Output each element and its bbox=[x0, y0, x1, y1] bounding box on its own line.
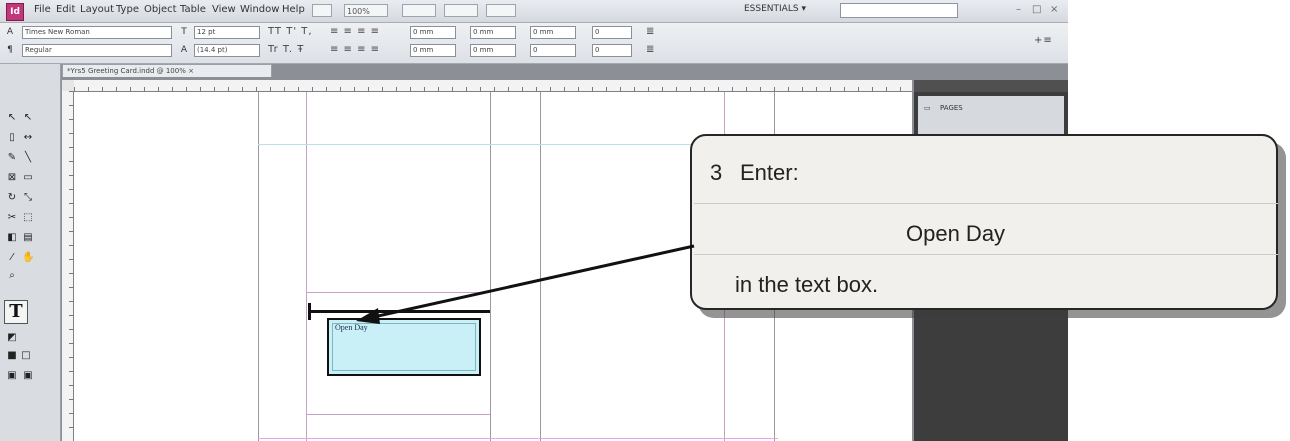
frame-guide bbox=[306, 292, 490, 293]
type-tool-icon[interactable]: T bbox=[4, 300, 28, 324]
indesign-logo-icon: Id bbox=[6, 3, 24, 21]
pages-panel-label: PAGES bbox=[940, 104, 963, 112]
help-search-input[interactable] bbox=[840, 3, 958, 18]
fill-stroke-icon[interactable]: ◩ bbox=[6, 332, 18, 344]
callout-entry-text: Open Day bbox=[906, 221, 1006, 246]
minimize-button[interactable]: – bbox=[1016, 4, 1021, 15]
font-family-select[interactable]: Times New Roman bbox=[22, 26, 172, 39]
free-transform-tool-icon[interactable]: ⬚ bbox=[22, 212, 34, 224]
hand-tool-icon[interactable]: ✋ bbox=[22, 252, 34, 264]
rectangle-tool-icon[interactable]: ▭ bbox=[22, 172, 34, 184]
space-before-field[interactable]: 0 mm bbox=[530, 26, 576, 39]
apply-color-icon[interactable]: ■ bbox=[6, 350, 18, 362]
callout-divider bbox=[694, 203, 1278, 204]
horizontal-ruler[interactable] bbox=[74, 80, 912, 92]
last-line-indent-field[interactable]: 0 mm bbox=[470, 44, 516, 57]
arrange-documents-button[interactable] bbox=[486, 4, 516, 17]
page-tool-icon[interactable]: ▯ bbox=[6, 132, 18, 144]
text-frame-top-edge[interactable] bbox=[310, 310, 490, 313]
numbering-button[interactable]: ≣ bbox=[646, 44, 655, 55]
tools-panel: ↖ ↖ ▯ ↔ ✎ ╲ ⊠ ▭ ↻ ⤡ ✂ ⬚ ◧ ▤ ⁄ ✋ ⌕ T ◩ ■ … bbox=[0, 64, 61, 441]
first-line-indent-field[interactable]: 0 mm bbox=[410, 44, 456, 57]
view-options-button[interactable] bbox=[402, 4, 436, 17]
gradient-swatch-tool-icon[interactable]: ◧ bbox=[6, 232, 18, 244]
menu-bar: Id File Edit Layout Type Object Table Vi… bbox=[0, 0, 1068, 23]
character-mode-icon[interactable]: A bbox=[4, 26, 16, 38]
bridge-button[interactable] bbox=[312, 4, 332, 17]
maximize-button[interactable]: □ bbox=[1032, 4, 1041, 15]
margin-guide-bottom bbox=[258, 438, 778, 439]
text-frame[interactable]: Open Day bbox=[327, 318, 481, 376]
line-tool-icon[interactable]: ╲ bbox=[22, 152, 34, 164]
menu-view[interactable]: View bbox=[212, 4, 236, 15]
chevron-down-icon: ▾ bbox=[801, 4, 806, 14]
view-mode-icon[interactable]: ▣ bbox=[6, 370, 18, 382]
menu-window[interactable]: Window bbox=[240, 4, 279, 15]
menu-edit[interactable]: Edit bbox=[56, 4, 75, 15]
bullets-button[interactable]: ≣ bbox=[646, 26, 655, 37]
left-indent-field[interactable]: 0 mm bbox=[410, 26, 456, 39]
eyedropper-tool-icon[interactable]: ⁄ bbox=[6, 252, 18, 264]
callout-tail-text: in the text box. bbox=[735, 272, 879, 297]
align-buttons-row1[interactable]: ≡ ≡ ≡ ≡ bbox=[330, 26, 380, 37]
scissors-tool-icon[interactable]: ✂ bbox=[6, 212, 18, 224]
drop-cap-chars-field[interactable]: 0 bbox=[592, 44, 632, 57]
apply-gradient-icon[interactable]: □ bbox=[20, 350, 32, 362]
drop-cap-lines-field[interactable]: 0 bbox=[530, 44, 576, 57]
close-icon[interactable]: × bbox=[188, 67, 194, 75]
step-number: 3 bbox=[710, 160, 723, 185]
close-button[interactable]: × bbox=[1050, 4, 1058, 15]
pen-tool-icon[interactable]: ✎ bbox=[6, 152, 18, 164]
menu-file[interactable]: File bbox=[34, 4, 51, 15]
selection-tool-icon[interactable]: ↖ bbox=[6, 112, 18, 124]
vertical-ruler[interactable] bbox=[62, 91, 74, 441]
pages-panel-icon: ▭ bbox=[924, 104, 931, 112]
font-style-select[interactable]: Regular bbox=[22, 44, 172, 57]
menu-layout[interactable]: Layout bbox=[80, 4, 114, 15]
right-indent-field[interactable]: 0 mm bbox=[470, 26, 516, 39]
rotate-tool-icon[interactable]: ↻ bbox=[6, 192, 18, 204]
menu-type[interactable]: Type bbox=[116, 4, 139, 15]
style-buttons[interactable]: Tr T. Ŧ bbox=[268, 44, 304, 55]
screen-mode-button[interactable] bbox=[444, 4, 478, 17]
align-buttons-row2[interactable]: ≡ ≡ ≡ ≡ bbox=[330, 44, 380, 55]
space-after-field[interactable]: 0 bbox=[592, 26, 632, 39]
panel-menu-button[interactable]: +≡ bbox=[1034, 35, 1053, 46]
workspace-switcher[interactable]: ESSENTIALS ▾ bbox=[744, 4, 806, 14]
paragraph-mode-icon[interactable]: ¶ bbox=[4, 44, 16, 56]
callout-instruction: Enter: bbox=[740, 160, 799, 185]
document-tab[interactable]: *Yrs5 Greeting Card.indd @ 100% × bbox=[62, 64, 272, 77]
control-panel: A ¶ Times New Roman Regular T 12 pt A (1… bbox=[0, 23, 1068, 64]
instruction-callout: 3 Enter: Open Day in the text box. bbox=[690, 134, 1290, 319]
menu-table[interactable]: Table bbox=[180, 4, 206, 15]
screen-mode-icon[interactable]: ▣ bbox=[22, 370, 34, 382]
leading-icon: A bbox=[180, 45, 188, 55]
font-size-field[interactable]: 12 pt bbox=[194, 26, 260, 39]
note-tool-icon[interactable]: ▤ bbox=[22, 232, 34, 244]
menu-object[interactable]: Object bbox=[144, 4, 177, 15]
callout-box: 3 Enter: Open Day in the text box. bbox=[690, 134, 1278, 310]
panel-dock-header[interactable] bbox=[914, 80, 1068, 92]
font-size-icon: T bbox=[181, 27, 187, 37]
frame-guide-bottom bbox=[306, 414, 490, 415]
callout-divider bbox=[694, 254, 1278, 255]
direct-selection-tool-icon[interactable]: ↖ bbox=[22, 112, 34, 124]
text-frame-content[interactable]: Open Day bbox=[335, 323, 368, 332]
zoom-tool-icon[interactable]: ⌕ bbox=[6, 270, 18, 282]
scale-tool-icon[interactable]: ⤡ bbox=[22, 192, 34, 204]
zoom-level-select[interactable]: 100% bbox=[344, 4, 388, 17]
rectangle-frame-tool-icon[interactable]: ⊠ bbox=[6, 172, 18, 184]
menu-help[interactable]: Help bbox=[282, 4, 305, 15]
leading-field[interactable]: (14.4 pt) bbox=[194, 44, 260, 57]
gap-tool-icon[interactable]: ↔ bbox=[22, 132, 34, 144]
case-buttons[interactable]: TT T' T, bbox=[268, 26, 313, 37]
